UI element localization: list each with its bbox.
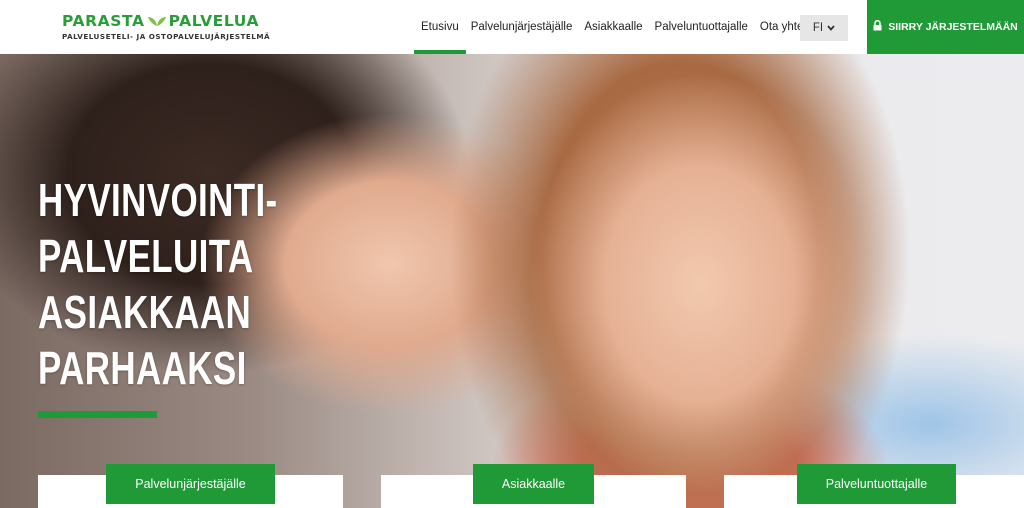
- leaf-icon: [147, 17, 166, 26]
- logo-wordmark: PARASTA PALVELUA: [62, 12, 270, 30]
- logo-text-right: PALVELUA: [168, 12, 260, 30]
- nav-item-palvelunjarjestajalle[interactable]: Palvelunjärjestäjälle: [471, 0, 573, 54]
- nav-item-asiakkaalle[interactable]: Asiakkaalle: [584, 0, 642, 54]
- hero-banner: HYVINVOINTI- PALVELUITA ASIAKKAAN PARHAA…: [0, 54, 1024, 508]
- chevron-down-icon: [827, 24, 835, 33]
- language-label: FI: [812, 22, 824, 34]
- nav-item-etusivu[interactable]: Etusivu: [414, 0, 466, 54]
- card-button-palvelunjarjestajalle[interactable]: Palvelunjärjestäjälle: [106, 464, 275, 504]
- hero-title: HYVINVOINTI- PALVELUITA ASIAKKAAN PARHAA…: [38, 172, 278, 396]
- hero-accent-bar: [38, 411, 157, 418]
- enter-system-label: SIIRRY JÄRJESTELMÄÄN: [888, 21, 1018, 33]
- logo[interactable]: PARASTA PALVELUA PALVELUSETELI- JA OSTOP…: [62, 12, 270, 41]
- lock-icon: [873, 19, 882, 34]
- language-selector[interactable]: FI: [800, 15, 848, 41]
- hero-title-line: PALVELUITA: [38, 230, 254, 282]
- logo-text-left: PARASTA: [62, 12, 145, 30]
- nav-item-palveluntuottajalle[interactable]: Palveluntuottajalle: [655, 0, 748, 54]
- enter-system-button[interactable]: SIIRRY JÄRJESTELMÄÄN: [867, 0, 1024, 54]
- main-nav: Etusivu Palvelunjärjestäjälle Asiakkaall…: [414, 0, 834, 54]
- hero-title-line: PARHAAKSI: [38, 342, 247, 394]
- site-header: PARASTA PALVELUA PALVELUSETELI- JA OSTOP…: [0, 0, 1024, 54]
- card-button-asiakkaalle[interactable]: Asiakkaalle: [473, 464, 594, 504]
- hero-title-line: ASIAKKAAN: [38, 286, 252, 338]
- logo-tagline: PALVELUSETELI- JA OSTOPALVELUJÄRJESTELMÄ: [62, 32, 271, 41]
- hero-title-line: HYVINVOINTI-: [38, 174, 278, 226]
- card-button-palveluntuottajalle[interactable]: Palveluntuottajalle: [797, 464, 956, 504]
